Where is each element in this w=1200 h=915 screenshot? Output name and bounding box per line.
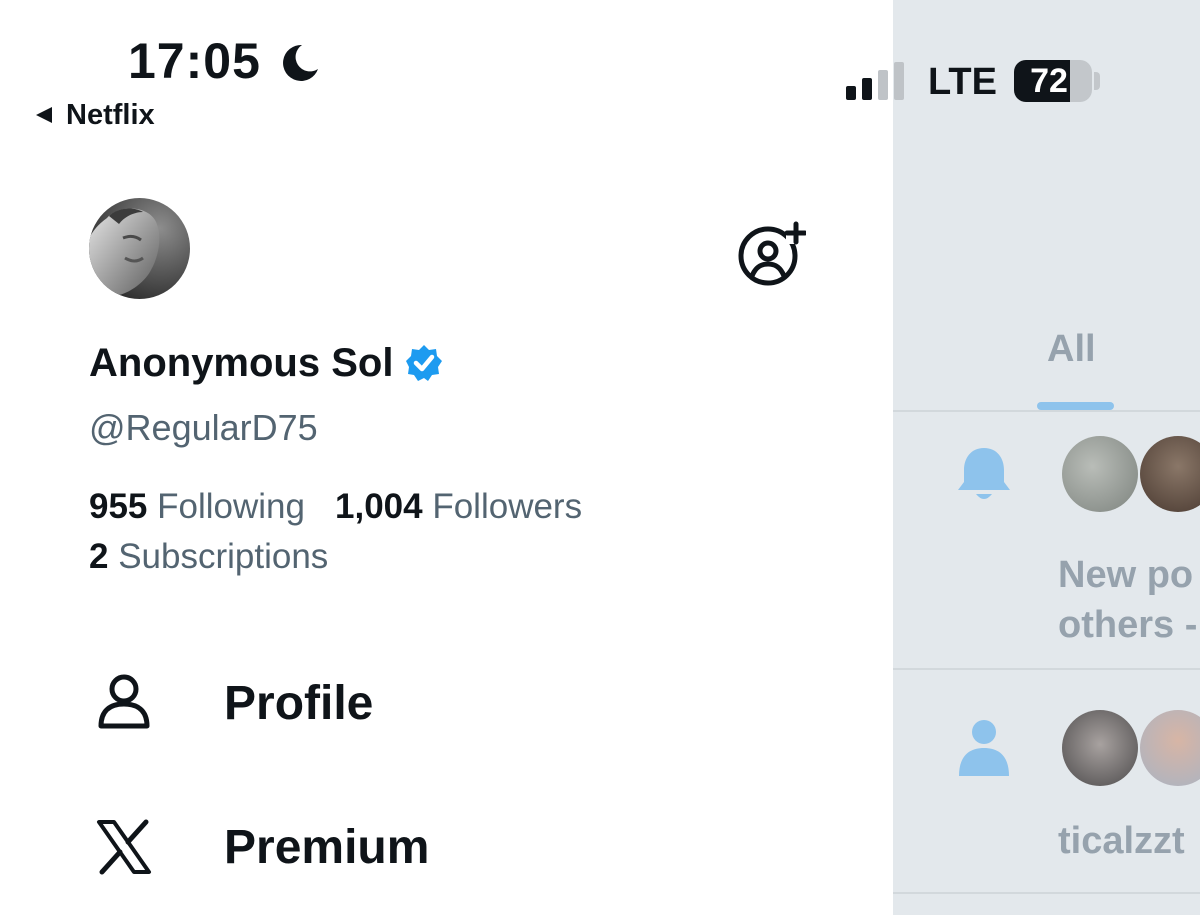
back-app-label: Netflix: [66, 98, 155, 131]
person-icon: [959, 720, 1009, 776]
verified-badge-icon: [406, 345, 443, 381]
tab-active-indicator: [1037, 402, 1114, 410]
followers-link[interactable]: 1,004 Followers: [335, 487, 582, 526]
notification-text[interactable]: others -: [1058, 600, 1197, 650]
notification-divider: [893, 892, 1200, 894]
battery-level: 72: [1030, 61, 1068, 100]
status-time: 17:05: [128, 33, 261, 89]
menu-item-label: Profile: [224, 676, 374, 730]
back-arrow-icon: [36, 107, 52, 123]
following-label: Following: [157, 487, 305, 526]
back-to-app[interactable]: Netflix: [36, 98, 155, 132]
profile-name-row[interactable]: Anonymous Sol: [89, 340, 443, 386]
moon-icon: [283, 44, 318, 81]
battery-icon: 72: [1014, 60, 1092, 102]
notification-avatar[interactable]: [1062, 710, 1138, 786]
signal-strength-icon: [846, 60, 910, 100]
tab-all[interactable]: All: [1047, 328, 1096, 371]
subscriptions-link[interactable]: 2 Subscriptions: [89, 537, 328, 576]
followers-count: 1,004: [335, 487, 423, 526]
bell-icon: [958, 448, 1010, 499]
notification-divider: [893, 668, 1200, 670]
menu-item-premium[interactable]: Premium: [89, 812, 429, 882]
subscriptions-label: Subscriptions: [118, 537, 329, 576]
notification-avatar[interactable]: [1062, 436, 1138, 512]
person-outline-icon: [89, 668, 159, 738]
subscriptions-count: 2: [89, 537, 109, 576]
add-account-icon[interactable]: [734, 218, 806, 288]
notification-text[interactable]: New po: [1058, 550, 1193, 600]
following-link[interactable]: 955 Following: [89, 487, 305, 526]
display-name[interactable]: Anonymous Sol: [89, 340, 393, 386]
network-type: LTE: [928, 61, 997, 103]
battery-terminal: [1094, 72, 1100, 90]
statue-avatar-image: [89, 198, 190, 299]
tab-divider: [893, 410, 1200, 412]
followers-label: Followers: [432, 487, 583, 526]
user-handle[interactable]: @RegularD75: [89, 406, 318, 450]
menu-item-profile[interactable]: Profile: [89, 668, 373, 738]
profile-stats: 955 Following 1,004 Followers 2 Subscript…: [89, 486, 582, 578]
menu-item-label: Premium: [224, 820, 430, 874]
x-logo-icon: [89, 812, 159, 882]
following-count: 955: [89, 487, 148, 526]
notification-text[interactable]: ticalzzt: [1058, 816, 1185, 866]
avatar[interactable]: [89, 198, 190, 299]
